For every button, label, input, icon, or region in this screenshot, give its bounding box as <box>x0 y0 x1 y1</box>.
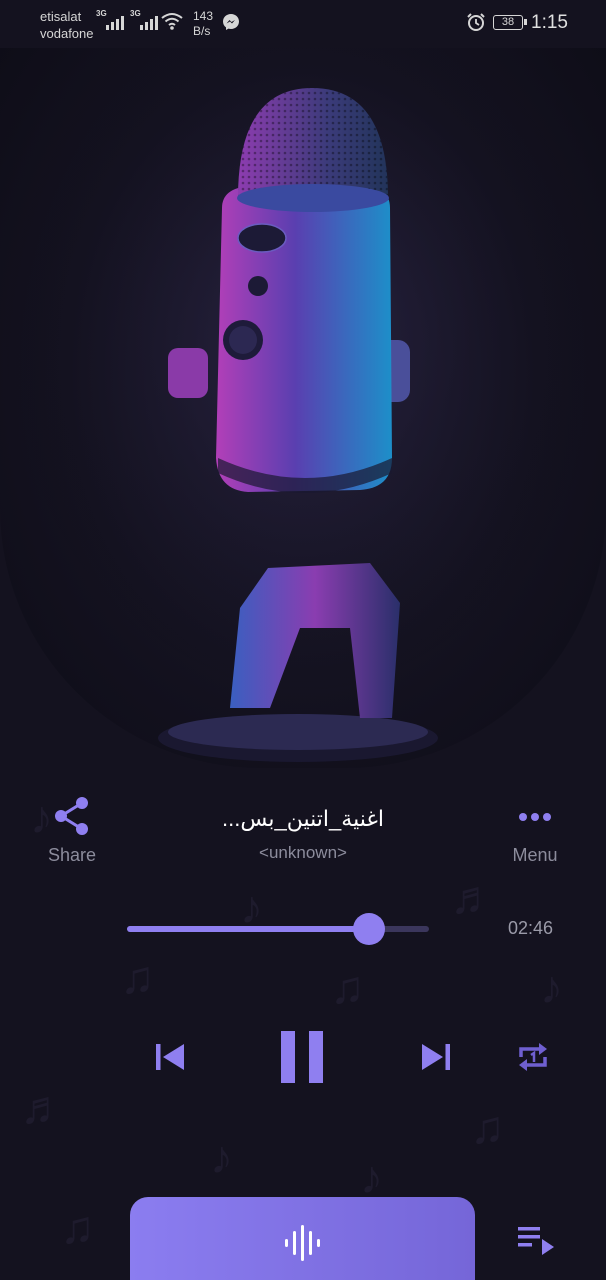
wifi-icon <box>161 13 183 30</box>
queue-button[interactable] <box>516 1224 558 1258</box>
previous-icon <box>156 1044 184 1070</box>
pause-icon <box>281 1031 323 1083</box>
carrier-1: etisalat <box>40 9 82 24</box>
alarm-icon <box>467 13 485 31</box>
album-artwork <box>0 48 606 768</box>
pause-button[interactable] <box>272 1024 334 1090</box>
now-playing-panel[interactable] <box>130 1197 475 1280</box>
seek-thumb[interactable] <box>352 913 385 945</box>
share-label: Share <box>47 845 97 865</box>
seek-progress <box>127 926 369 932</box>
menu-button[interactable]: Menu <box>500 796 570 866</box>
menu-label: Menu <box>512 845 558 865</box>
signal-1-icon: 3G <box>96 9 124 30</box>
messenger-icon <box>223 14 239 30</box>
repeat-one-icon <box>519 1043 547 1071</box>
next-icon <box>422 1044 450 1070</box>
more-horizontal-icon <box>519 813 551 821</box>
previous-button[interactable] <box>148 1036 190 1078</box>
carrier-names: etisalat vodafone <box>40 8 94 42</box>
network-speed: 143 B/s <box>193 9 214 38</box>
clock: 1:15 <box>531 12 568 33</box>
microphone-image <box>0 48 606 768</box>
song-title: اغنية_اتنين_بس... <box>222 806 384 831</box>
repeat-one-button[interactable] <box>510 1034 556 1080</box>
status-bar: etisalat vodafone 3G 3G 143 B/s 38 1:15 <box>0 0 606 48</box>
signal-2-icon: 3G <box>130 9 158 30</box>
waveform-icon <box>284 1225 320 1261</box>
next-button[interactable] <box>416 1036 458 1078</box>
battery-icon: 38 <box>493 15 527 30</box>
song-artist: <unknown> <box>259 843 347 862</box>
track-duration: 02:46 <box>508 918 554 938</box>
seek-bar[interactable] <box>127 913 429 945</box>
share-button[interactable]: Share <box>36 796 108 866</box>
queue-icon <box>518 1227 554 1255</box>
carrier-2: vodafone <box>40 26 94 41</box>
share-icon <box>55 797 88 835</box>
